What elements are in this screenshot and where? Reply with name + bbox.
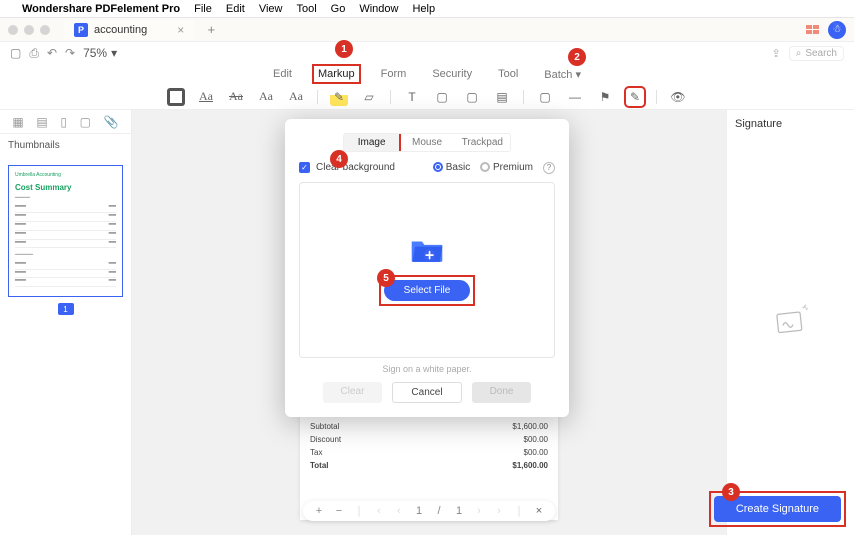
signature-note: Sign on a white paper.	[299, 364, 555, 374]
app-name: Wondershare PDFelement Pro	[22, 3, 180, 15]
basic-radio[interactable]	[433, 162, 443, 172]
print-icon[interactable]: ⎙	[29, 46, 39, 61]
menu-go[interactable]: Go	[331, 3, 346, 15]
pdf-icon: P	[74, 23, 88, 37]
caret-icon[interactable]: Aa	[287, 88, 305, 106]
search-placeholder: Search	[805, 48, 837, 59]
divider	[317, 90, 318, 104]
tab-trackpad[interactable]: Trackpad	[455, 134, 510, 151]
thumb-icon[interactable]: ▦	[12, 115, 23, 129]
tab-edit[interactable]: Edit	[269, 66, 296, 82]
divider	[390, 90, 391, 104]
main-tabs: Edit Markup Form Security Tool Batch ▾	[0, 64, 854, 84]
underline-icon[interactable]: Aa	[197, 88, 215, 106]
note-icon[interactable]: ▤	[493, 88, 511, 106]
apps-grid-icon[interactable]	[806, 25, 820, 35]
textbox-icon[interactable]: ▢	[433, 88, 451, 106]
divider	[523, 90, 524, 104]
divider	[656, 90, 657, 104]
close-tab-icon[interactable]: ×	[177, 23, 184, 37]
menu-window[interactable]: Window	[359, 3, 398, 15]
signature-panel-title: Signature	[735, 118, 846, 130]
tab-image[interactable]: Image	[344, 134, 399, 151]
menu-tool[interactable]: Tool	[296, 3, 316, 15]
create-signature-button[interactable]: Create Signature	[714, 496, 841, 522]
save-icon[interactable]: ▢	[10, 46, 21, 60]
clear-bg-checkbox[interactable]: ✓	[299, 162, 310, 173]
tab-form[interactable]: Form	[377, 66, 411, 82]
strike-icon[interactable]: Aa	[227, 88, 245, 106]
menu-view[interactable]: View	[259, 3, 283, 15]
highlighter-icon[interactable]: ✎	[330, 88, 348, 106]
callout-icon[interactable]: ▢	[463, 88, 481, 106]
page-total: 1	[453, 505, 465, 517]
page-navigator: + − | ‹ ‹ 1 / 1 › › | ×	[303, 501, 555, 521]
line-icon[interactable]: —	[566, 88, 584, 106]
tab-tool[interactable]: Tool	[494, 66, 522, 82]
undo-icon[interactable]: ↶	[47, 46, 57, 60]
cancel-button[interactable]: Cancel	[392, 382, 461, 403]
bookmark-panel-icon[interactable]: ▤	[36, 115, 47, 129]
document-name: accounting	[94, 24, 147, 36]
attach-icon[interactable]: 📎	[104, 115, 119, 129]
prev-page-icon[interactable]: ‹	[393, 505, 405, 517]
zoom-in-icon[interactable]: +	[313, 505, 325, 517]
share-icon[interactable]: ⇪	[771, 47, 780, 60]
window-tabbar: P accounting × + ☃	[0, 18, 854, 42]
signature-modal: Image Mouse Trackpad ✓ Clear background …	[285, 119, 569, 417]
redo-icon[interactable]: ↷	[65, 46, 75, 60]
search-input[interactable]: ⌕ Search	[789, 46, 844, 61]
squiggly-icon[interactable]: Aa	[257, 88, 275, 106]
page-thumbnail[interactable]: Umbrella Accounting Cost Summary ━━━━━ ━…	[8, 165, 123, 297]
traffic-lights[interactable]	[8, 25, 50, 35]
done-button[interactable]: Done	[472, 382, 532, 403]
signature-placeholder-icon	[771, 301, 811, 344]
menu-file[interactable]: File	[194, 3, 212, 15]
clear-bg-label: Clear background	[316, 162, 395, 173]
folder-add-icon	[410, 236, 444, 267]
mobile-icon[interactable]: ▯	[60, 115, 67, 129]
next-page-icon[interactable]: ›	[473, 505, 485, 517]
eye-icon[interactable]: 👁	[669, 88, 687, 106]
rect-icon[interactable]: ▢	[536, 88, 554, 106]
last-page-icon[interactable]: ›	[493, 505, 505, 517]
text-box-icon[interactable]	[167, 88, 185, 106]
text-icon[interactable]: T	[403, 88, 421, 106]
add-tab-button[interactable]: +	[202, 21, 220, 39]
clear-button[interactable]: Clear	[323, 382, 383, 403]
eraser-icon[interactable]: ▱	[360, 88, 378, 106]
page-current[interactable]: 1	[413, 505, 425, 517]
zoom-dropdown[interactable]: 75% ▾	[83, 46, 117, 60]
markup-tools: Aa Aa Aa Aa ✎ ▱ T ▢ ▢ ▤ ▢ — ⚑ ✎ 👁	[0, 84, 854, 110]
first-page-icon[interactable]: ‹	[373, 505, 385, 517]
tab-batch[interactable]: Batch ▾	[540, 66, 585, 83]
help-icon[interactable]: ?	[543, 162, 555, 174]
thumbnails-title: Thumbnails	[0, 134, 131, 157]
select-file-button[interactable]: Select File	[384, 280, 471, 301]
left-panel: ▦ ▤ ▯ ▢ 📎 Thumbnails Umbrella Accounting…	[0, 110, 132, 535]
tab-markup[interactable]: Markup	[314, 66, 359, 82]
stamp-icon[interactable]: ⚑	[596, 88, 614, 106]
tab-security[interactable]: Security	[428, 66, 476, 82]
zoom-out-icon[interactable]: −	[333, 505, 345, 517]
signature-icon[interactable]: ✎	[626, 88, 644, 106]
quick-toolbar: ▢ ⎙ ↶ ↷ 75% ▾ ⇪ ⌕ Search	[0, 42, 854, 64]
menu-edit[interactable]: Edit	[226, 3, 245, 15]
search-icon: ⌕	[796, 48, 802, 59]
close-pager-icon[interactable]: ×	[533, 505, 545, 517]
tab-mouse[interactable]: Mouse	[399, 134, 454, 151]
comment-panel-icon[interactable]: ▢	[80, 115, 91, 129]
premium-radio[interactable]	[480, 162, 490, 172]
document-tab[interactable]: P accounting ×	[64, 20, 194, 40]
mac-menubar: Wondershare PDFelement Pro File Edit Vie…	[0, 0, 854, 18]
menu-help[interactable]: Help	[412, 3, 435, 15]
user-avatar[interactable]: ☃	[828, 21, 846, 39]
signature-panel: Signature	[726, 110, 854, 535]
file-dropzone[interactable]: Select File	[299, 182, 555, 358]
signature-source-tabs: Image Mouse Trackpad	[343, 133, 511, 152]
page-number-badge: 1	[58, 303, 74, 315]
